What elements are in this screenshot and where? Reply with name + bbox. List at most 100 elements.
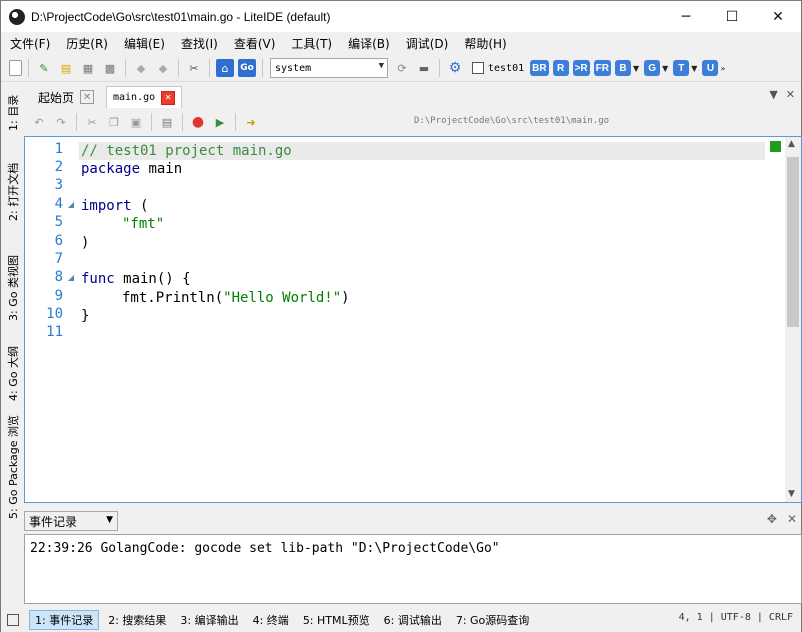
status-tab-build-output[interactable]: 3: 编译输出	[175, 611, 243, 629]
side-tab-go-outline[interactable]: 4: Go 大纲	[5, 346, 21, 401]
tab-start-page[interactable]: 起始页 ✕	[32, 86, 100, 108]
menu-file[interactable]: 文件(F)	[5, 35, 55, 52]
run-term-button[interactable]: >R	[572, 60, 590, 76]
status-tab-terminal[interactable]: 4: 终端	[248, 611, 294, 629]
toolbar-separator	[439, 59, 440, 77]
menu-build[interactable]: 编译(B)	[343, 35, 395, 52]
maximize-button[interactable]: ☐	[709, 1, 755, 32]
close-editor-icon[interactable]: ✕	[786, 88, 795, 101]
home-icon[interactable]: ⌂	[216, 59, 234, 77]
open-folder-icon[interactable]: ▤	[57, 59, 75, 77]
debug-step-icon[interactable]: ▶	[211, 113, 229, 131]
menu-edit[interactable]: 编辑(E)	[119, 35, 170, 52]
code-line-9: fmt.Println("Hello World!")	[122, 289, 350, 307]
build-button[interactable]: B	[614, 60, 631, 76]
status-tab-event-log[interactable]: 1: 事件记录	[29, 609, 100, 630]
left-side-tabs: 1: 目录 2: 打开文档 3: Go 类视图 4: Go 大纲 5: Go P…	[1, 83, 23, 523]
open-file-icon[interactable]: ✎	[35, 59, 53, 77]
code-text: )	[341, 290, 350, 306]
save-all-icon[interactable]: ▩	[101, 59, 119, 77]
output-panel-header: 事件记录 ▼ ✥ ✕	[24, 509, 801, 533]
paste-icon[interactable]: ▣	[127, 113, 145, 131]
refresh-env-icon[interactable]: ⟳	[393, 59, 411, 77]
status-tab-go-source-query[interactable]: 7: Go源码查询	[451, 611, 534, 629]
tab-start-page-label: 起始页	[38, 90, 75, 105]
menu-find[interactable]: 查找(I)	[176, 35, 223, 52]
get-button[interactable]: G	[644, 60, 661, 76]
close-tab-icon[interactable]: ✕	[80, 90, 95, 104]
close-panel-icon[interactable]: ✕	[787, 512, 797, 526]
update-button[interactable]: U	[702, 60, 719, 76]
code-text: (	[131, 198, 149, 214]
move-panel-icon[interactable]: ✥	[767, 512, 777, 526]
breakpoint-icon[interactable]: ●	[189, 113, 207, 131]
code-line-1: // test01 project main.go	[81, 143, 292, 159]
toggle-sidebar-icon[interactable]	[7, 613, 19, 626]
tab-main-go[interactable]: main.go ✕	[106, 86, 183, 108]
fold-marker-icon[interactable]: ◢	[68, 273, 74, 282]
close-tab-icon[interactable]: ✕	[161, 90, 176, 105]
status-tab-debug-output[interactable]: 6: 调试输出	[379, 611, 447, 629]
scroll-up-icon[interactable]: ▲	[788, 139, 795, 149]
code-line-8: func main() {	[81, 270, 191, 288]
code-line-6: )	[81, 235, 90, 251]
build-config-gear-icon[interactable]: ⚙	[446, 59, 464, 77]
event-log-output[interactable]: 22:39:26 GolangCode: gocode set lib-path…	[24, 534, 802, 604]
menu-help[interactable]: 帮助(H)	[459, 35, 511, 52]
status-tab-search-results[interactable]: 2: 搜索结果	[103, 611, 171, 629]
scroll-down-icon[interactable]: ▼	[788, 489, 795, 499]
edit-env-icon[interactable]: ▬	[415, 59, 433, 77]
toolbar-separator	[235, 113, 236, 131]
forward-icon[interactable]: ◆	[154, 59, 172, 77]
menu-view[interactable]: 查看(V)	[229, 35, 281, 52]
tools-icon[interactable]: ✂	[185, 59, 203, 77]
go-icon[interactable]: Go	[238, 59, 256, 77]
editor-vertical-scrollbar[interactable]: ▲ ▼	[785, 137, 801, 502]
undo-icon[interactable]: ↶	[30, 113, 48, 131]
tab-list-dropdown-icon[interactable]: ▼	[769, 88, 777, 101]
test-dropdown-icon[interactable]: ▼	[691, 64, 697, 73]
scrollbar-thumb[interactable]	[787, 157, 799, 327]
build-and-run-button[interactable]: BR	[530, 60, 549, 76]
menu-history[interactable]: 历史(R)	[61, 35, 113, 52]
string-literal: "Hello World!"	[223, 290, 342, 306]
toolbar-separator	[182, 113, 183, 131]
build-target-label: test01	[488, 62, 525, 74]
test-button[interactable]: T	[673, 60, 690, 76]
more-chevron-icon[interactable]: »	[720, 64, 725, 73]
side-tab-directory[interactable]: 1: 目录	[5, 95, 21, 131]
fold-marker-icon[interactable]: ◢	[68, 200, 74, 209]
code-line-2: package main	[81, 160, 182, 178]
environment-select[interactable]: system ▼	[270, 58, 388, 78]
run-button[interactable]: R	[552, 60, 569, 76]
goto-definition-icon[interactable]: ➜	[242, 113, 260, 131]
get-dropdown-icon[interactable]: ▼	[662, 64, 668, 73]
copy-icon[interactable]: ❐	[105, 113, 123, 131]
code-editor[interactable]: 1 2 3 4 ◢ 5 6 7 8 ◢ 9 10 11 // test01 pr…	[24, 136, 802, 503]
output-view-select[interactable]: 事件记录 ▼	[24, 511, 118, 531]
code-line-4: import (	[81, 197, 148, 215]
side-tab-go-class-view[interactable]: 3: Go 类视图	[5, 255, 21, 321]
side-tab-open-documents[interactable]: 2: 打开文档	[5, 163, 21, 221]
new-file-icon[interactable]	[9, 60, 22, 76]
close-button[interactable]: ✕	[755, 1, 801, 32]
minimize-button[interactable]: ─	[663, 1, 709, 32]
line-number-gutter: 1 2 3 4 ◢ 5 6 7 8 ◢ 9 10 11	[25, 137, 77, 502]
toolbar-separator	[76, 113, 77, 131]
menu-debug[interactable]: 调试(D)	[401, 35, 454, 52]
save-icon[interactable]: ▦	[79, 59, 97, 77]
main-toolbar: ✎ ▤ ▦ ▩ ◆ ◆ ✂ ⌂ Go system ▼ ⟳ ▬ ⚙ test01…	[1, 55, 801, 82]
side-tab-go-package-browser[interactable]: 5: Go Package 浏览	[5, 415, 21, 519]
code-text: main	[140, 161, 183, 177]
line-number: 2	[54, 159, 63, 175]
build-dropdown-icon[interactable]: ▼	[633, 64, 639, 73]
code-area[interactable]: // test01 project main.go package main i…	[79, 137, 785, 502]
cut-icon[interactable]: ✂	[83, 113, 101, 131]
back-icon[interactable]: ◆	[132, 59, 150, 77]
menu-tools[interactable]: 工具(T)	[286, 35, 337, 52]
build-target-checkbox[interactable]	[472, 62, 484, 74]
file-run-button[interactable]: FR	[593, 60, 611, 76]
redo-icon[interactable]: ↷	[52, 113, 70, 131]
lock-icon[interactable]: ▤	[158, 113, 176, 131]
status-tab-html-preview[interactable]: 5: HTML预览	[298, 611, 375, 629]
